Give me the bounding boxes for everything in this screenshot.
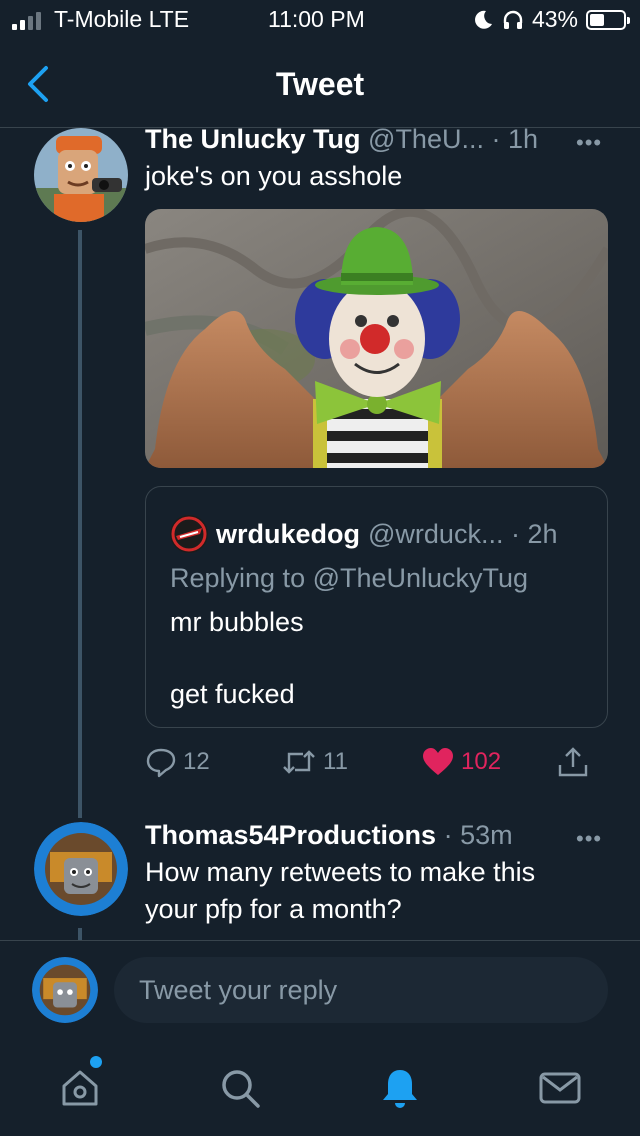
home-icon[interactable]: [56, 1064, 104, 1112]
clock: 11:00 PM: [268, 6, 365, 32]
more-options-icon[interactable]: •••: [576, 130, 602, 156]
messages-mail-icon[interactable]: [536, 1064, 584, 1112]
quote-text-line-2: get fucked: [170, 679, 295, 709]
quote-text-line-1: mr bubbles: [170, 607, 304, 637]
battery-percent: 43%: [531, 6, 578, 32]
reply-tweet-time: · 53m: [443, 820, 513, 850]
reply-bubble-icon: [146, 748, 176, 778]
avatar-the-unlucky-tug[interactable]: [34, 128, 128, 222]
quote-author-avatar[interactable]: [170, 515, 208, 553]
reply-action[interactable]: 12: [145, 742, 210, 782]
tweet-actions: 12 11 102: [145, 742, 608, 782]
tweet-media-image[interactable]: [145, 209, 608, 468]
retweet-action[interactable]: 11: [281, 742, 348, 782]
reply-tweet-text-line-1: How many retweets to make this: [145, 857, 536, 887]
share-icon: [558, 747, 588, 777]
tweet-time: · 1h: [491, 124, 539, 154]
quote-author-name: wrdukedog: [216, 518, 361, 549]
like-count: 102: [461, 748, 502, 775]
quote-author-handle: @wrduck... · 2h: [368, 518, 558, 549]
status-bar: T-Mobile LTE 11:00 PM 43%: [0, 0, 640, 40]
quoted-tweet[interactable]: wrdukedog @wrduck... · 2h Replying to @T…: [145, 486, 608, 728]
retweet-icon: [283, 750, 315, 774]
navigation-bar: Tweet: [0, 44, 640, 128]
reply-author-name[interactable]: Thomas54Productions: [145, 820, 436, 850]
reply-count: 12: [183, 748, 210, 775]
signal-strength-icon: [12, 10, 41, 30]
search-icon[interactable]: [216, 1064, 264, 1112]
moon-icon: [475, 10, 492, 29]
thread-line: [78, 230, 82, 818]
author-name[interactable]: The Unlucky Tug: [145, 124, 361, 154]
author-handle[interactable]: @TheU...: [368, 124, 484, 154]
tweet-header: The Unlucky Tug @TheU... · 1h: [145, 124, 538, 155]
reply-tweet-header: Thomas54Productions · 53m: [145, 820, 513, 851]
tweet-text: joke's on you asshole: [145, 161, 403, 191]
carrier-label: T-Mobile LTE: [54, 6, 190, 32]
home-unread-dot: [90, 1056, 102, 1068]
headphones-icon: [503, 10, 523, 29]
current-user-avatar[interactable]: [32, 957, 98, 1023]
tweet-reply-input[interactable]: Tweet your reply: [114, 957, 608, 1023]
heart-filled-icon: [423, 748, 453, 775]
battery-level-fill: [590, 13, 604, 26]
like-action[interactable]: 102: [421, 742, 501, 782]
share-action[interactable]: [557, 742, 589, 782]
notifications-bell-icon[interactable]: [376, 1064, 424, 1112]
replying-to-label[interactable]: Replying to @TheUnluckyTug: [170, 563, 528, 594]
status-right: 43%: [472, 6, 630, 33]
thread-line-continue: [78, 928, 82, 940]
reply-composer-bar: Tweet your reply: [0, 940, 640, 1040]
avatar-thomas54productions[interactable]: [34, 822, 128, 916]
retweet-count: 11: [323, 748, 348, 775]
reply-tweet-text-line-2: your pfp for a month?: [145, 894, 402, 924]
reply-more-options-icon[interactable]: •••: [576, 826, 602, 852]
quote-header: wrdukedog @wrduck... · 2h: [170, 515, 557, 553]
battery-icon: [586, 9, 630, 30]
page-title: Tweet: [275, 66, 365, 102]
tab-bar: [0, 1040, 640, 1136]
